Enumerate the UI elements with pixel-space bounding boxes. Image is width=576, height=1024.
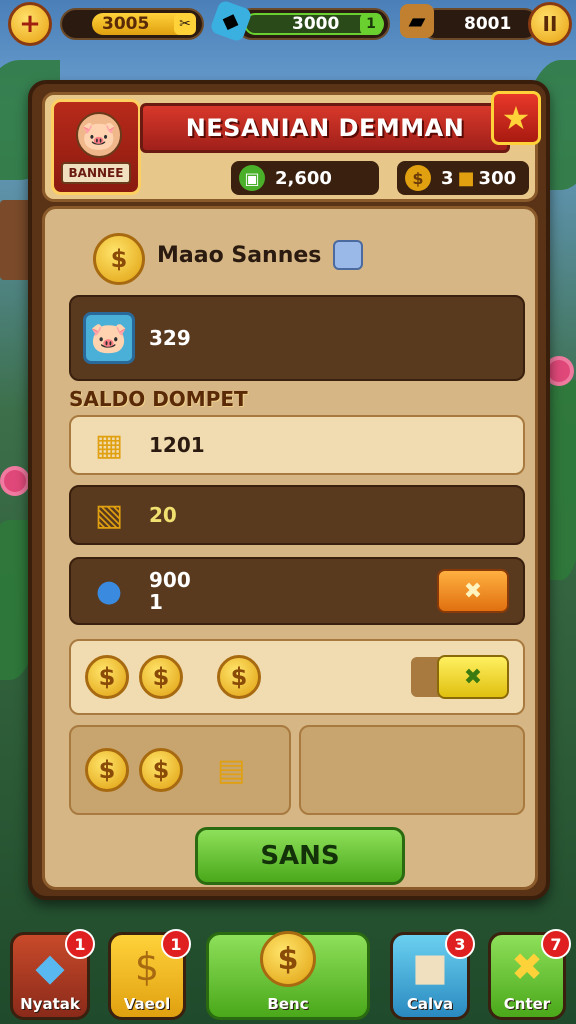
list-item[interactable]: ▦ 1201 xyxy=(69,415,525,475)
nav-item-nyatak[interactable]: ◆ Nyatak 1 xyxy=(10,929,95,1020)
gold-value: 3 xyxy=(441,167,454,189)
panel-title: NESANIAN DEMMAN xyxy=(140,103,510,153)
nav-badge: 3 xyxy=(445,929,475,959)
wood-value: 8001 xyxy=(464,14,512,34)
coin-icon: $ xyxy=(85,655,129,699)
add-resource-button[interactable]: + xyxy=(8,2,52,46)
emblem-label: BANNEE xyxy=(60,162,132,184)
coin-stack-icon: $ xyxy=(79,227,145,287)
character-portrait-icon: 🐷 xyxy=(76,112,122,158)
profile-value: 329 xyxy=(149,326,191,350)
nav-badge: 7 xyxy=(541,929,571,959)
box-icon: ■ xyxy=(457,167,475,189)
coin-icon: $ xyxy=(85,748,129,792)
coins-row: $ $ $ ✖ xyxy=(69,639,525,715)
gold-bar-icon: ▤ xyxy=(217,752,246,788)
coin-chest-icon: $ xyxy=(134,945,160,989)
wood-counter: 8001 xyxy=(420,8,540,40)
potion-values: 900 1 xyxy=(149,568,191,614)
cash-stat: ▣ 2,600 xyxy=(231,161,379,195)
coin-icon: $ xyxy=(139,655,183,699)
favorite-star-button[interactable]: ★ xyxy=(491,91,541,145)
coin-icon: $ xyxy=(217,655,261,699)
gems-end-icon[interactable]: 1 xyxy=(360,13,382,35)
nav-item-vaeol[interactable]: $ Vaeol 1 xyxy=(108,929,191,1020)
profile-row: 🐷 329 xyxy=(69,295,525,381)
box-value: 300 xyxy=(478,167,517,189)
gold-coin-icon: $ xyxy=(405,165,431,191)
coins-end-icon[interactable]: ✂ xyxy=(174,13,196,35)
background-flower xyxy=(548,360,570,382)
main-panel: 🐷 BANNEE NESANIAN DEMMAN ★ ▣ 2,600 $ 3 ■… xyxy=(28,80,550,900)
bank-coin-icon: $ xyxy=(260,931,316,987)
nav-item-calva[interactable]: ■ Calva 3 xyxy=(390,929,475,1020)
gems-value: 3000 xyxy=(292,14,340,34)
wood-icon: ▰ xyxy=(400,4,434,38)
ice-block-icon: ◆ xyxy=(35,945,65,989)
nav-item-cnter[interactable]: ✖ Cnter 7 xyxy=(488,929,571,1020)
reward-slot-left: $ $ ▤ xyxy=(69,725,291,815)
gift-box-icon: ▦ xyxy=(94,427,124,463)
cube-icon xyxy=(333,240,364,270)
tools-icon: ✖ xyxy=(511,945,543,989)
wallet-content: $ Maao Sannes 🐷 329 SALDO DOMPET ▦ 1201 … xyxy=(42,206,538,890)
cash-icon: ▣ xyxy=(239,165,265,191)
header-banner: 🐷 BANNEE NESANIAN DEMMAN ★ ▣ 2,600 $ 3 ■… xyxy=(42,91,541,202)
character-emblem: 🐷 BANNEE xyxy=(51,99,141,195)
coins-value: 3005 xyxy=(102,14,150,34)
potion-icon: ● xyxy=(95,573,123,609)
crate-icon: ■ xyxy=(412,945,448,989)
cash-value: 2,600 xyxy=(275,167,332,189)
potion-action-button[interactable]: ✖ xyxy=(437,569,509,613)
reward-slot-right xyxy=(299,725,525,815)
wallet-label: SALDO DOMPET xyxy=(69,387,248,411)
section-title: Maao Sannes xyxy=(157,225,364,285)
coin-icon: $ xyxy=(139,748,183,792)
list-item[interactable]: ● 900 1 ✖ xyxy=(69,557,525,625)
nav-badge: 1 xyxy=(161,929,191,959)
gems-counter: 3000 1 xyxy=(236,8,390,40)
nav-badge: 1 xyxy=(65,929,95,959)
background-flower xyxy=(4,470,26,492)
top-resource-bar: + 3005 ✂ ◆ 3000 1 ▰ 8001 II xyxy=(0,0,576,48)
confirm-button[interactable]: SANS xyxy=(195,827,405,885)
treasure-chest-icon: ▧ xyxy=(94,497,124,533)
gold-stat: $ 3 ■ 300 xyxy=(397,161,529,195)
pause-button[interactable]: II xyxy=(528,2,572,46)
coins-counter: 3005 ✂ xyxy=(60,8,204,40)
nav-item-benc[interactable]: $ Benc xyxy=(206,931,370,1020)
star-icon: ★ xyxy=(501,99,531,137)
avatar: 🐷 xyxy=(83,312,135,364)
list-item[interactable]: ▧ 20 xyxy=(69,485,525,545)
coins-action-button[interactable]: ✖ xyxy=(437,655,509,699)
